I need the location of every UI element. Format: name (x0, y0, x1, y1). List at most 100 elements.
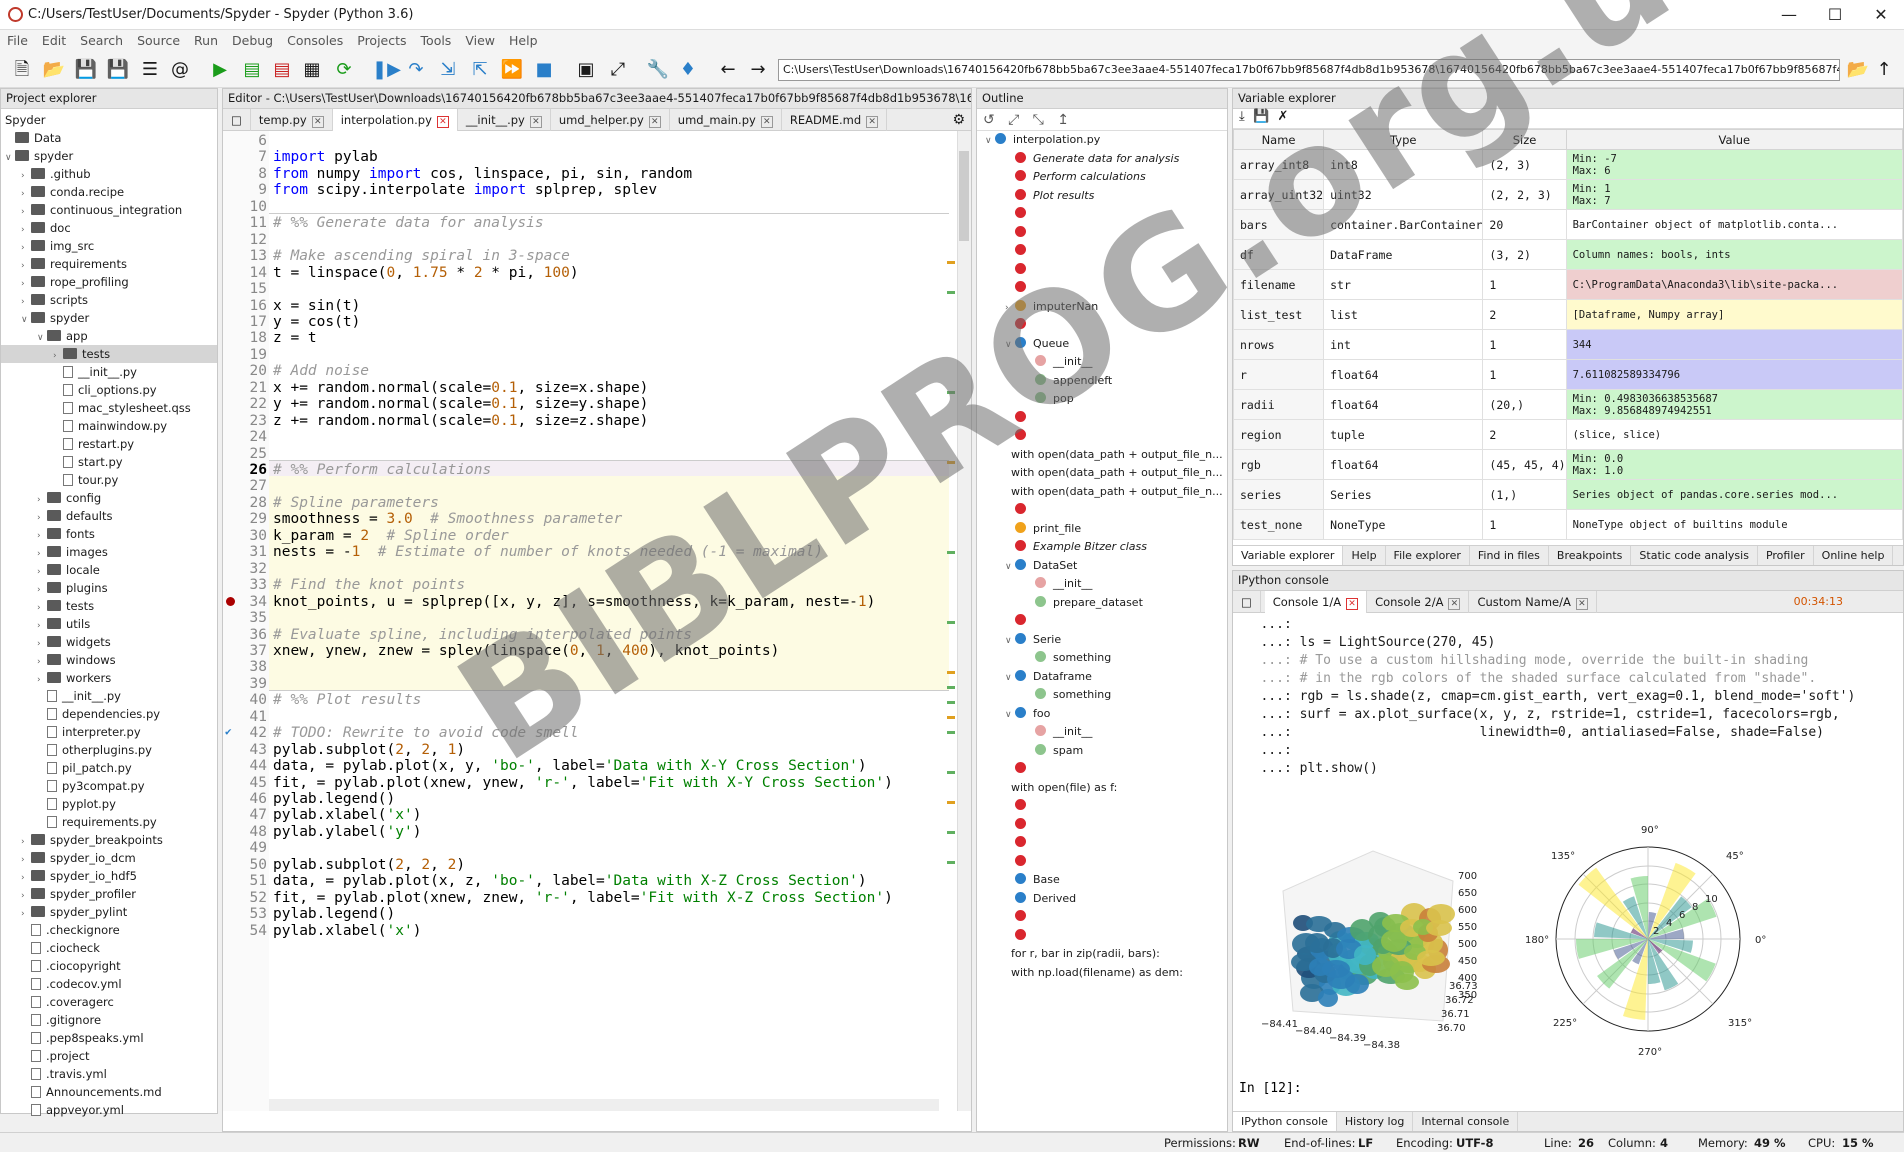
list-icon[interactable]: ☰ (138, 58, 162, 82)
step-icon[interactable]: ↷ (404, 58, 428, 82)
rerun-icon[interactable]: ⟳ (332, 58, 356, 82)
debug-icon[interactable]: ❚▶ (372, 58, 401, 82)
run-selection-icon[interactable]: ▦ (300, 58, 324, 82)
pane-tab[interactable]: Profiler (1758, 546, 1814, 565)
outline-item[interactable] (977, 834, 1227, 853)
menu-help[interactable]: Help (502, 30, 545, 51)
close-tab-icon[interactable]: ✕ (760, 116, 773, 128)
editor-scrollbar[interactable] (957, 131, 971, 1111)
outline-item[interactable]: Base (977, 871, 1227, 890)
variable-row[interactable]: region tuple 2 (slice, slice) (1233, 419, 1903, 450)
step-into-icon[interactable]: ⇲ (436, 58, 460, 82)
pane-tab[interactable]: Help (1343, 546, 1386, 565)
at-icon[interactable]: @ (168, 58, 192, 82)
tree-item[interactable]: › spyder_pylint (1, 903, 217, 921)
editor-tab[interactable]: README.md ✕ (782, 109, 888, 131)
editor-tab[interactable]: interpolation.py ✕ (332, 109, 458, 131)
outline-item[interactable]: with open(data_path + output_file_n... (977, 483, 1227, 502)
editor-tab[interactable]: umd_helper.py ✕ (551, 109, 670, 131)
tree-item[interactable]: › rope_profiling (1, 273, 217, 291)
tree-item[interactable]: › windows (1, 651, 217, 669)
variable-row[interactable]: rgb float64 (45, 45, 4) Min: 0.0 Max: 1.0 (1233, 449, 1903, 480)
outline-item[interactable]: ∨ Serie (977, 631, 1227, 650)
tree-item[interactable]: › scripts (1, 291, 217, 309)
tree-item[interactable]: pyplot.py (1, 795, 217, 813)
tree-item[interactable]: .coveragerc (1, 993, 217, 1011)
tree-item[interactable]: mainwindow.py (1, 417, 217, 435)
menu-source[interactable]: Source (130, 30, 187, 51)
continue-icon[interactable]: ⏩ (500, 58, 524, 82)
tree-item[interactable]: .travis.yml (1, 1065, 217, 1083)
tree-item[interactable]: › locale (1, 561, 217, 579)
tree-item[interactable]: › spyder_io_dcm (1, 849, 217, 867)
tree-item[interactable]: ∨ spyder (1, 147, 217, 165)
tree-item[interactable]: pil_patch.py (1, 759, 217, 777)
new-file-icon[interactable]: 🗎 (10, 58, 34, 82)
tree-item[interactable]: .checkignore (1, 921, 217, 939)
console-bottom-tab[interactable]: IPython console (1233, 1112, 1337, 1131)
tree-item[interactable]: › config (1, 489, 217, 507)
outline-item[interactable] (977, 797, 1227, 816)
console-tab[interactable]: Console 2/A ✕ (1367, 591, 1470, 613)
run-cell-icon[interactable]: ▤ (240, 58, 264, 82)
menu-consoles[interactable]: Consoles (280, 30, 350, 51)
outline-item[interactable] (977, 760, 1227, 779)
outline-item[interactable] (977, 927, 1227, 946)
tree-item[interactable]: Data (1, 129, 217, 147)
parent-dir-icon[interactable]: ↑ (1872, 58, 1896, 82)
tree-item[interactable]: › conda.recipe (1, 183, 217, 201)
tree-item[interactable]: › plugins (1, 579, 217, 597)
run-cell-advance-icon[interactable]: ▤ (270, 58, 294, 82)
forward-arrow-icon[interactable]: → (746, 58, 770, 82)
tree-item[interactable]: cli_options.py (1, 381, 217, 399)
tree-item[interactable]: otherplugins.py (1, 741, 217, 759)
expand-all-icon[interactable]: ⤡ (1033, 112, 1044, 128)
menu-run[interactable]: Run (187, 30, 225, 51)
tree-item[interactable]: › spyder_io_hdf5 (1, 867, 217, 885)
outline-item[interactable]: Example Bitzer class (977, 538, 1227, 557)
maximize-pane-icon[interactable]: ▣ (574, 58, 598, 82)
close-tab-icon[interactable]: ✕ (866, 116, 879, 128)
expanded-arrow-icon[interactable]: ∨ (1005, 632, 1015, 651)
tree-item[interactable]: › widgets (1, 633, 217, 651)
tree-item[interactable]: .project (1, 1047, 217, 1065)
close-console-icon[interactable]: ✕ (1575, 598, 1588, 610)
pane-tab[interactable]: Variable explorer (1233, 546, 1344, 565)
variable-row[interactable]: filename str 1 C:\ProgramData\Anaconda3\lib… (1233, 269, 1903, 300)
variable-row[interactable]: test_none NoneType 1 NoneType object of bui… (1233, 509, 1903, 540)
tree-item[interactable]: › images (1, 543, 217, 561)
close-tab-icon[interactable]: ✕ (436, 116, 449, 128)
menu-debug[interactable]: Debug (225, 30, 280, 51)
variable-row[interactable]: r float64 1 7.611082589334796 (1233, 359, 1903, 390)
tree-item[interactable]: appveyor.yml (1, 1101, 217, 1119)
tree-item[interactable]: Announcements.md (1, 1083, 217, 1101)
pane-tab[interactable]: Online help (1814, 546, 1894, 565)
tree-item[interactable]: › img_src (1, 237, 217, 255)
tree-item[interactable]: › doc (1, 219, 217, 237)
menu-file[interactable]: File (0, 30, 35, 51)
tree-item[interactable]: interpreter.py (1, 723, 217, 741)
tree-item[interactable]: start.py (1, 453, 217, 471)
outline-item[interactable]: print_file (977, 520, 1227, 539)
python-path-icon[interactable]: ♦ (676, 58, 700, 82)
preferences-wrench-icon[interactable]: 🔧 (646, 58, 670, 82)
tree-item[interactable]: › .github (1, 165, 217, 183)
save-icon[interactable]: 💾 (74, 58, 98, 82)
outline-item[interactable]: Derived (977, 890, 1227, 909)
go-to-cursor-icon[interactable]: ↺ (983, 112, 995, 128)
pane-tab[interactable]: File explorer (1386, 546, 1470, 565)
console-bottom-tab[interactable]: Internal console (1413, 1112, 1519, 1131)
browse-folder-icon[interactable]: 📂 (1846, 58, 1870, 82)
outline-item[interactable]: __init__ (977, 575, 1227, 594)
tree-item[interactable]: › defaults (1, 507, 217, 525)
pane-tab[interactable]: Find in files (1470, 546, 1549, 565)
tree-item[interactable]: ∨ spyder (1, 309, 217, 327)
close-tab-icon[interactable]: ✕ (311, 116, 324, 128)
tree-item[interactable]: py3compat.py (1, 777, 217, 795)
outline-item[interactable] (977, 816, 1227, 835)
collapse-all-icon[interactable]: ⤢ (1008, 112, 1019, 128)
tree-item[interactable]: requirements.py (1, 813, 217, 831)
editor-tab[interactable]: __init__.py ✕ (458, 109, 551, 131)
editor-tab[interactable]: temp.py ✕ (251, 109, 333, 131)
breakpoint-icon[interactable] (226, 596, 235, 606)
